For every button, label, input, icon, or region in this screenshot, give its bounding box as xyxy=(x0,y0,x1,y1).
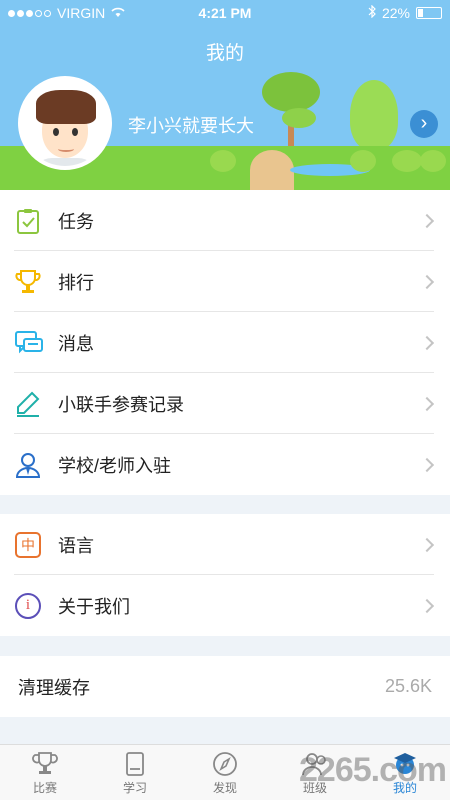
book-icon xyxy=(121,751,149,777)
chevron-right-icon xyxy=(419,335,435,350)
watermark: 2265.com xyxy=(299,751,447,789)
menu-item-contest-record[interactable]: 小联手参赛记录 xyxy=(0,373,450,434)
info-badge: i xyxy=(25,597,31,613)
chevron-right-icon xyxy=(419,396,435,411)
chevron-right-icon xyxy=(419,213,435,228)
compass-icon xyxy=(211,751,239,777)
tab-label-discover: 发现 xyxy=(212,781,237,795)
menu-item-school-teacher[interactable]: 学校/老师入驻 xyxy=(0,434,450,495)
menu-group-secondary: 中 语言 i 关于我们 xyxy=(0,514,450,636)
profile-header: VIRGIN 4:21 PM 22% 我的 李小兴就要长大 › xyxy=(0,0,450,190)
menu-item-task[interactable]: 任务 xyxy=(0,190,450,251)
menu-label-contest-record: 小联手参赛记录 xyxy=(58,394,184,415)
tab-label-competition: 比赛 xyxy=(32,781,57,795)
chevron-right-icon xyxy=(419,457,435,472)
message-icon xyxy=(14,329,43,357)
clear-cache-item[interactable]: 清理缓存 25.6K xyxy=(0,656,450,717)
trophy-icon xyxy=(31,751,59,777)
menu-group-primary: 任务 排行 消息 小联手参赛记录 学校/老师入驻 xyxy=(0,190,450,495)
chevron-right-icon xyxy=(419,598,435,613)
menu-label-school-teacher: 学校/老师入驻 xyxy=(58,455,172,476)
menu-item-ranking[interactable]: 排行 xyxy=(0,251,450,312)
avatar[interactable] xyxy=(18,76,112,170)
language-icon: 中 xyxy=(14,531,42,559)
menu-label-message: 消息 xyxy=(58,333,94,354)
bluetooth-icon xyxy=(368,4,376,21)
chevron-right-icon: › xyxy=(420,112,428,134)
pen-icon xyxy=(14,390,42,418)
page-title: 我的 xyxy=(205,43,244,64)
battery-percent: 22% xyxy=(381,5,410,21)
tab-discover[interactable]: 发现 xyxy=(180,745,270,800)
menu-item-about[interactable]: i 关于我们 xyxy=(0,575,450,636)
username[interactable]: 李小兴就要长大 xyxy=(128,112,254,138)
tab-bar: 比赛 学习 发现 班级 我的 2265.com xyxy=(0,744,450,800)
menu-label-about: 关于我们 xyxy=(58,596,130,617)
menu-item-language[interactable]: 中 语言 xyxy=(0,514,450,575)
battery-icon xyxy=(416,7,442,19)
chevron-right-icon xyxy=(419,274,435,289)
info-icon: i xyxy=(14,592,42,620)
cache-size: 25.6K xyxy=(384,676,432,696)
tab-label-study: 学习 xyxy=(122,781,147,795)
menu-item-message[interactable]: 消息 xyxy=(0,312,450,373)
menu-group-cache: 清理缓存 25.6K xyxy=(0,656,450,717)
teacher-icon xyxy=(14,451,42,479)
language-badge: 中 xyxy=(21,537,35,553)
chevron-right-icon xyxy=(419,537,435,552)
tab-competition[interactable]: 比赛 xyxy=(0,745,90,800)
trophy-icon xyxy=(14,268,42,296)
menu-label-language: 语言 xyxy=(58,535,94,556)
menu-label-ranking: 排行 xyxy=(58,272,94,293)
task-icon xyxy=(14,207,42,235)
status-bar: VIRGIN 4:21 PM 22% xyxy=(0,0,450,26)
tab-study[interactable]: 学习 xyxy=(90,745,180,800)
clear-cache-label: 清理缓存 xyxy=(18,677,90,698)
profile-arrow-button[interactable]: › xyxy=(410,110,438,138)
menu-label-task: 任务 xyxy=(58,211,94,232)
